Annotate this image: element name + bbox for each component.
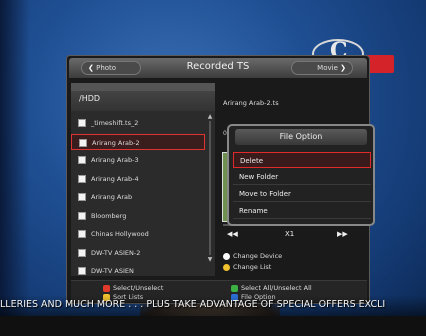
scroll-up-icon[interactable]: ▲ [207,113,213,120]
preview-filename: Arirang Arab-2.ts [223,99,279,107]
current-path: /HDD [71,83,215,111]
checkbox[interactable] [78,211,86,220]
nav-next-button[interactable]: Movie ❯ [291,61,353,75]
file-list: /HDD _timeshift.ts_2 Arirang Arab-2 Ariran… [71,83,215,276]
file-list-item-label: Arirang Arab-2 [92,138,140,147]
speed-label: X1 [285,230,295,238]
option-1[interactable]: Change List [223,263,271,272]
checkbox[interactable] [78,156,86,164]
checkbox[interactable] [79,138,87,147]
checkbox[interactable] [78,174,86,183]
fast-forward-icon[interactable]: ▶▶ [337,230,348,238]
file-list-item[interactable]: DW-TV ASIEN [71,263,205,279]
option-label: Change List [233,263,272,271]
file-list-item[interactable]: Arirang Arab-4 [71,171,205,187]
color-key-icon [223,264,230,271]
legend-item: Select/Unselect [103,284,163,293]
file-list-item-label: DW-TV ASIEN-2 [91,248,141,257]
legend-item: Select All/Unselect All [231,284,312,293]
file-list-item-label: Chinas Hollywood [91,230,149,238]
nav-next-label: Movie [317,64,338,72]
file-list-item[interactable]: Arirang Arab-3 [71,152,205,168]
checkbox[interactable] [78,119,86,127]
popup-menu-item[interactable]: Delete [233,152,371,168]
popup-title: File Option [235,129,367,145]
legend-label: Select All/Unselect All [241,284,312,292]
checkbox[interactable] [78,267,86,275]
background-shadow [0,0,30,336]
legend-label: Select/Unselect [113,284,164,292]
checkbox[interactable] [78,230,86,238]
checkbox[interactable] [78,193,86,201]
channel-badge [366,55,394,73]
color-key-icon [223,253,230,260]
file-list-item-label: Bloomberg [91,211,127,220]
bottom-band [0,316,426,336]
file-list-item[interactable]: DW-TV ASIEN-2 [71,245,205,261]
color-key-icon [231,285,238,292]
title-bar: ❮ Photo Recorded TS Movie ❯ [69,58,367,78]
file-list-item[interactable]: Arirang Arab-2 [71,133,205,150]
file-list-item-label: DW-TV ASIEN [91,267,134,275]
file-list-item-label: Arirang Arab-3 [91,156,139,164]
popup-menu-item[interactable]: New Folder [233,169,371,185]
file-list-item-label: Arirang Arab-4 [91,174,139,183]
file-option-popup: File Option Delete New Folder Move to Fold… [227,124,375,226]
scroll-track [209,121,211,255]
file-list-item[interactable]: Arirang Arab [71,189,205,205]
file-list-item[interactable]: Bloomberg [71,208,205,224]
rewind-icon[interactable]: ◀◀ [227,230,238,238]
scroll-down-icon[interactable]: ▼ [207,256,213,263]
popup-menu-item[interactable]: Rename [233,203,371,219]
list-scrollbar[interactable]: ▲ ▼ [207,113,213,263]
transport-controls: ◀◀ X1 ▶▶ [223,230,363,242]
option-label: Change Device [233,252,283,260]
option-0[interactable]: Change Device [223,252,282,261]
news-ticker: LLERIES AND MUCH MORE . . . PLUS TAKE AD… [0,299,386,310]
color-key-icon [103,285,110,292]
file-list-item[interactable]: Chinas Hollywood [71,226,205,242]
popup-menu-item[interactable]: Move to Folder [233,186,371,202]
file-list-item[interactable]: _timeshift.ts_2 [71,115,205,131]
file-list-item-label: Arirang Arab [91,193,133,201]
chevron-right-icon: ❯ [340,64,346,72]
file-list-item-label: _timeshift.ts_2 [91,119,139,127]
checkbox[interactable] [78,248,86,257]
